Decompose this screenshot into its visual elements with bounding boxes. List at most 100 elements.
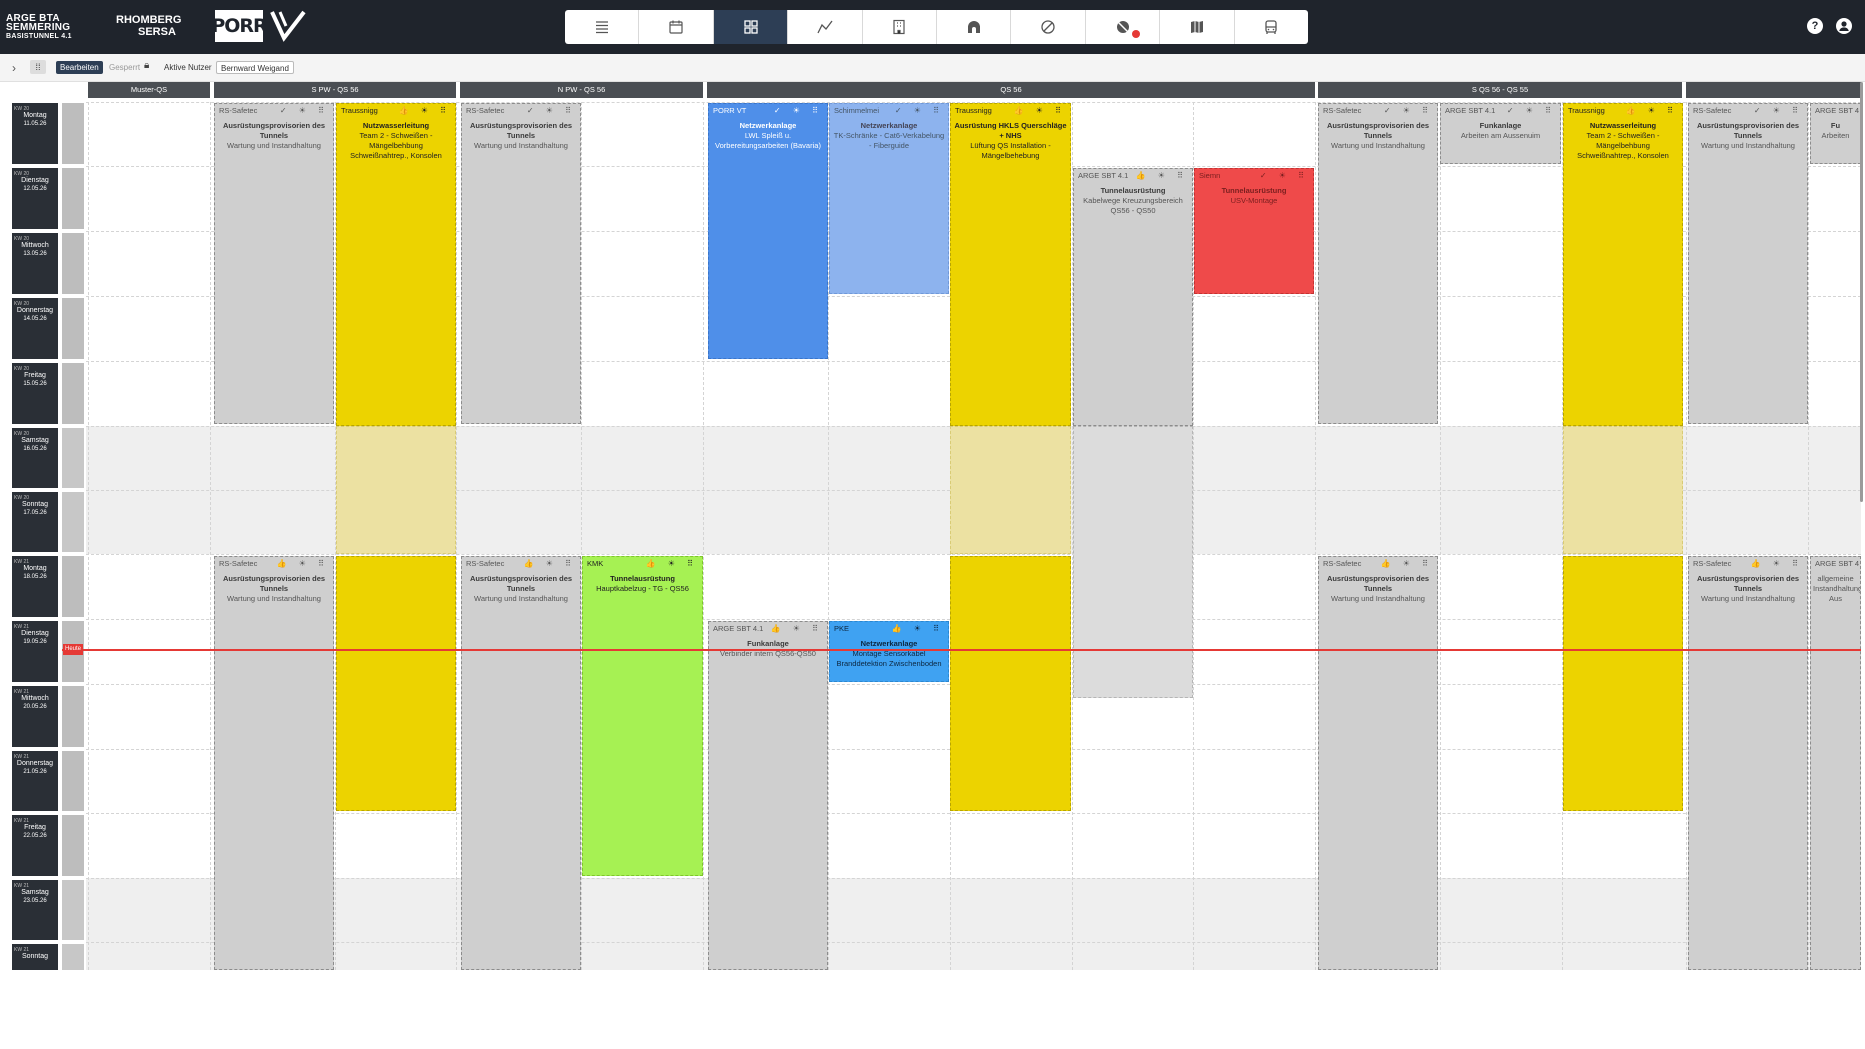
card-subtitle: allgemeine Instandhaltung Aus	[1813, 574, 1861, 603]
day-date: 14.05.26	[23, 316, 47, 322]
task-card-weekend-span	[1073, 426, 1193, 698]
card-action-icons[interactable]: ✓ ☀ ⠿	[1260, 169, 1309, 183]
card-action-icons[interactable]: 👍 ☀ ⠿	[524, 557, 576, 571]
card-title: Fu	[1830, 121, 1841, 130]
card-title: Ausrüstungsprovisorien des Tunnels	[1696, 574, 1800, 593]
group-header-s-pw-qs56: S PW - QS 56	[214, 82, 456, 98]
edit-mode-button[interactable]: Bearbeiten	[56, 61, 103, 74]
task-card[interactable]: ARGE SBT 4.1 👍 ☀ ⠿ Tunnelausrüstung Kabel…	[1073, 168, 1193, 426]
task-card[interactable]: ARGE SBT 4 allgemeine Instandhaltung Aus	[1810, 556, 1861, 970]
task-card[interactable]: Siemn ✓ ☀ ⠿ Tunnelausrüstung USV-Montage	[1194, 168, 1314, 294]
column-line	[456, 102, 457, 970]
group-header-muster-qs: Muster-QS	[88, 82, 210, 98]
task-card[interactable]: RS-Safetec 👍 ☀ ⠿ Ausrüstungsprovisorien d…	[1688, 556, 1808, 970]
card-header: KMK 👍 ☀ ⠿	[583, 557, 702, 571]
layout-toggle-icon[interactable]: ⁞⁞	[30, 60, 46, 74]
week-label: KW 20	[14, 366, 30, 372]
card-action-icons[interactable]: ✓ ☀ ⠿	[280, 104, 329, 118]
card-action-icons[interactable]: 👍 ☀ ⠿	[1626, 104, 1678, 118]
dashboard-view-button[interactable]	[713, 10, 789, 44]
task-card[interactable]: Traussnigg 👍 ☀ ⠿ Nutzwasserleitung Team 2…	[336, 103, 456, 426]
task-card[interactable]: RS-Safetec ✓ ☀ ⠿ Ausrüstungsprovisorien d…	[1318, 103, 1438, 424]
chart-view-button[interactable]	[788, 10, 863, 44]
card-action-icons[interactable]: 👍 ☀ ⠿	[1381, 557, 1433, 571]
task-card[interactable]: RS-Safetec 👍 ☀ ⠿ Ausrüstungsprovisorien d…	[214, 556, 334, 970]
day-label: KW 21 Montag 18.05.26	[12, 556, 58, 617]
card-action-icons[interactable]: 👍 ☀ ⠿	[1751, 557, 1803, 571]
row-line	[86, 878, 1861, 879]
card-action-icons[interactable]: ✓ ☀ ⠿	[1384, 104, 1433, 118]
card-company: Schimmelmei	[834, 106, 880, 115]
card-action-icons[interactable]: ✓ ☀ ⠿	[1754, 104, 1803, 118]
task-card[interactable]: PKE 👍 ☀ ⠿ Netzwerkanlage Montage Sensorka…	[829, 621, 949, 682]
card-header: Traussnigg 👍 ☀ ⠿	[337, 104, 455, 118]
day-label: KW 21 Freitag 22.05.26	[12, 815, 58, 876]
card-action-icons[interactable]: 👍 ☀ ⠿	[771, 622, 823, 636]
card-action-icons[interactable]: ✓ ☀ ⠿	[895, 104, 944, 118]
task-card[interactable]: ARGE SBT 4 Fu Arbeiten	[1810, 103, 1861, 164]
card-header: ARGE SBT 4	[1811, 104, 1860, 118]
card-action-icons[interactable]: ✓ ☀ ⠿	[774, 104, 823, 118]
card-subtitle: Team 2 - Schweißen - Mängelbehbung Schwe…	[350, 131, 442, 160]
task-card[interactable]: ARGE SBT 4.1 ✓ ☀ ⠿ Funkanlage Arbeiten am…	[1440, 103, 1561, 164]
expand-chevron-icon[interactable]: ›	[12, 61, 16, 75]
task-card[interactable]: RS-Safetec ✓ ☀ ⠿ Ausrüstungsprovisorien d…	[214, 103, 334, 424]
day-date: 20.05.26	[23, 704, 47, 710]
column-line	[1440, 102, 1441, 970]
map-view-button[interactable]	[1160, 10, 1235, 44]
vehicle-view-button[interactable]	[1235, 10, 1308, 44]
card-company: RS-Safetec	[219, 106, 258, 115]
card-company: Traussnigg	[955, 106, 992, 115]
card-title: Ausrüstungsprovisorien des Tunnels	[1326, 121, 1430, 140]
tunnel-view-button[interactable]	[937, 10, 1012, 44]
card-title: Ausrüstungsprovisorien des Tunnels	[1696, 121, 1800, 140]
week-label: KW 21	[14, 624, 30, 630]
vertical-scrollbar[interactable]	[1860, 82, 1863, 502]
prohibited-view-button[interactable]	[1011, 10, 1086, 44]
column-line	[1315, 102, 1316, 970]
task-card-continued[interactable]	[950, 556, 1071, 811]
card-company: PKE	[834, 624, 850, 633]
card-header: Traussnigg 👍 ☀ ⠿	[1564, 104, 1682, 118]
task-card[interactable]: RS-Safetec ✓ ☀ ⠿ Ausrüstungsprovisorien d…	[1688, 103, 1808, 424]
chart-line-icon	[817, 20, 833, 34]
day-date: 15.05.26	[23, 381, 47, 387]
card-action-icons[interactable]: ✓ ☀ ⠿	[1507, 104, 1556, 118]
task-card[interactable]: ARGE SBT 4.1 👍 ☀ ⠿ Funkanlage Verbinder i…	[708, 621, 828, 970]
day-label: KW 21 Donnerstag 21.05.26	[12, 751, 58, 811]
hidden-view-button[interactable]	[1086, 10, 1161, 44]
task-card[interactable]: KMK 👍 ☀ ⠿ Tunnelausrüstung Hauptkabelzug …	[582, 556, 703, 876]
day-date: 22.05.26	[23, 833, 47, 839]
task-card-continued[interactable]	[336, 556, 456, 811]
active-user-chip[interactable]: Bernward Weigand	[216, 61, 294, 74]
task-card[interactable]: RS-Safetec ✓ ☀ ⠿ Ausrüstungsprovisorien d…	[461, 103, 581, 424]
task-card[interactable]: Traussnigg 👍 ☀ ⠿ Nutzwasserleitung Team 2…	[1563, 103, 1683, 426]
card-title: Nutzwasserleitung	[1589, 121, 1657, 130]
card-action-icons[interactable]: 👍 ☀ ⠿	[399, 104, 451, 118]
building-view-button[interactable]	[863, 10, 938, 44]
locked-mode-button[interactable]: Gesperrt	[105, 61, 144, 74]
card-title: Funkanlage	[747, 639, 789, 648]
task-card[interactable]: Traussnigg 👍 ☀ ⠿ Ausrüstung HKLS Querschl…	[950, 103, 1071, 426]
task-card[interactable]: RS-Safetec 👍 ☀ ⠿ Ausrüstungsprovisorien d…	[1318, 556, 1438, 970]
card-title: Ausrüstungsprovisorien des Tunnels	[469, 574, 573, 593]
card-action-icons[interactable]: 👍 ☀ ⠿	[1014, 104, 1066, 118]
row-line	[86, 942, 1861, 943]
task-card-continued[interactable]	[1563, 556, 1683, 811]
list-view-button[interactable]	[565, 10, 640, 44]
card-company: ARGE SBT 4.1	[713, 624, 764, 633]
week-label: KW 20	[14, 171, 30, 177]
card-subtitle: Wartung und Instandhaltung	[1701, 594, 1795, 603]
card-action-icons[interactable]: 👍 ☀ ⠿	[1136, 169, 1188, 183]
card-action-icons[interactable]: ✓ ☀ ⠿	[527, 104, 576, 118]
task-card[interactable]: RS-Safetec 👍 ☀ ⠿ Ausrüstungsprovisorien d…	[461, 556, 581, 970]
card-action-icons[interactable]: 👍 ☀ ⠿	[646, 557, 698, 571]
card-action-icons[interactable]: 👍 ☀ ⠿	[892, 622, 944, 636]
calendar-view-button[interactable]	[639, 10, 714, 44]
task-card[interactable]: Schimmelmei ✓ ☀ ⠿ Netzwerkanlage TK-Schrä…	[829, 103, 949, 294]
task-card[interactable]: PORR VT ✓ ☀ ⠿ Netzwerkanlage LWL Spleiß u…	[708, 103, 828, 359]
card-company: PORR VT	[713, 106, 747, 115]
help-icon[interactable]: ?	[1807, 18, 1823, 34]
card-action-icons[interactable]: 👍 ☀ ⠿	[277, 557, 329, 571]
account-icon[interactable]	[1836, 18, 1852, 34]
